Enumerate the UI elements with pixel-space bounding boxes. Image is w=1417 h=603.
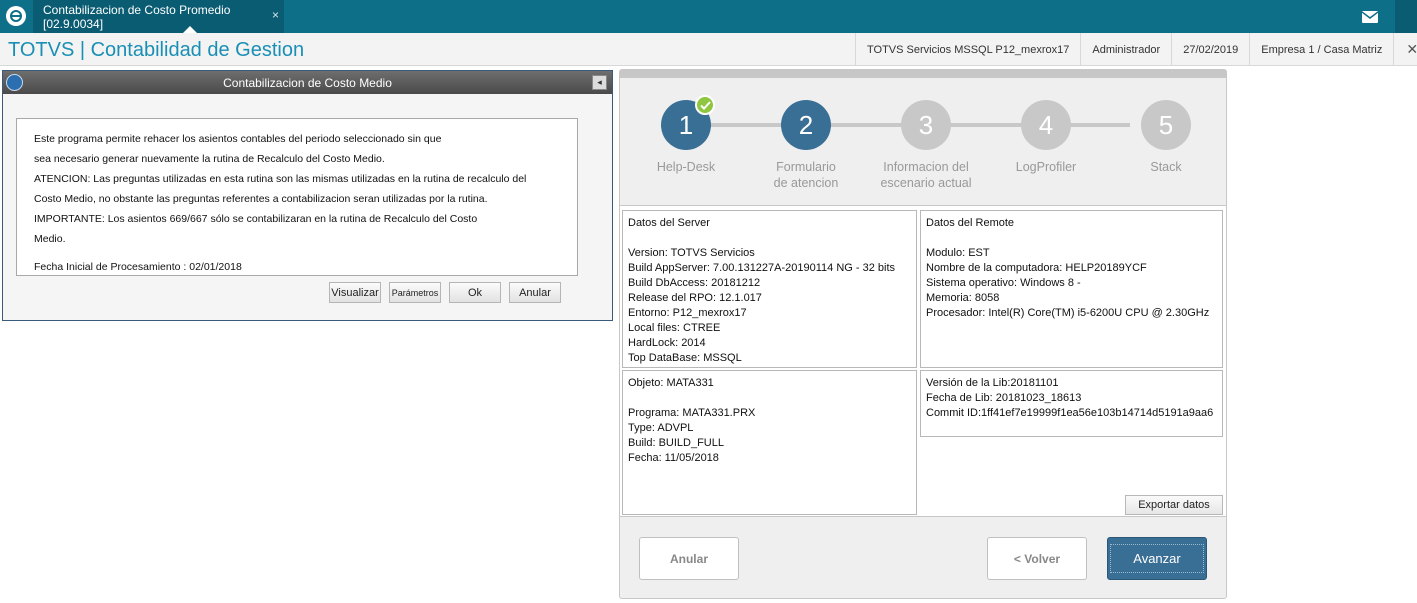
step-3-label: Informacion del escenario actual bbox=[880, 160, 972, 190]
remote-line: Nombre de la computadora: HELP20189YCF bbox=[926, 262, 1147, 274]
step-5-label: Stack bbox=[1150, 160, 1182, 174]
mail-button[interactable] bbox=[1345, 0, 1394, 33]
dialog-app-icon bbox=[6, 74, 23, 91]
description-line: Costo Medio, no obstante las preguntas r… bbox=[34, 193, 488, 205]
remote-line: Modulo: EST bbox=[926, 247, 990, 259]
tab-label: Contabilizacion de Costo Promedio [02.9.… bbox=[43, 2, 231, 31]
parametros-button[interactable]: Parámetros bbox=[389, 282, 441, 303]
lib-line: Fecha de Lib: 20181023_18613 bbox=[926, 392, 1082, 404]
company-label[interactable]: Empresa 1 / Casa Matriz bbox=[1249, 33, 1393, 66]
server-line: Top DataBase: MSSQL bbox=[628, 352, 742, 364]
step-5[interactable]: 5 bbox=[1141, 100, 1191, 150]
remote-line: Memoria: 8058 bbox=[926, 292, 1000, 304]
object-line: Build: BUILD_FULL bbox=[628, 437, 724, 449]
step-2[interactable]: 2 bbox=[781, 100, 831, 150]
export-data-button[interactable]: Exportar datos bbox=[1125, 495, 1223, 515]
dialog-titlebar: Contabilizacion de Costo Medio ◂ bbox=[3, 71, 612, 94]
description-line: Medio. bbox=[34, 233, 66, 245]
fecha-inicial: Fecha Inicial de Procesamiento : 02/01/2… bbox=[34, 261, 242, 273]
user-label: Administrador bbox=[1080, 33, 1171, 66]
app-title: TOTVS | Contabilidad de Gestion bbox=[8, 39, 305, 61]
step-1-label: Help-Desk bbox=[656, 160, 716, 174]
remote-info-box: Datos del Remote Modulo: EST Nombre de l… bbox=[920, 210, 1223, 368]
object-info-box: Objeto: MATA331 Programa: MATA331.PRX Ty… bbox=[622, 370, 917, 515]
topbar-edge bbox=[1395, 0, 1417, 33]
object-line: Programa: MATA331.PRX bbox=[628, 407, 756, 419]
ok-button[interactable]: Ok bbox=[449, 282, 501, 303]
wizard-steps: 1 Help-Desk 2 Formulario de atencion 3 I… bbox=[620, 78, 1226, 208]
server-line: Local files: CTREE bbox=[628, 322, 721, 334]
step-4-label: LogProfiler bbox=[1015, 160, 1077, 174]
step-2-label: Formulario de atencion bbox=[773, 160, 839, 190]
tab-close-icon[interactable]: × bbox=[272, 8, 279, 22]
description-line: IMPORTANTE: Los asientos 669/667 sólo se… bbox=[34, 213, 478, 225]
step-4[interactable]: 4 bbox=[1021, 100, 1071, 150]
mail-icon bbox=[1361, 10, 1378, 23]
server-line: HardLock: 2014 bbox=[628, 337, 706, 349]
server-line: Build AppServer: 7.00.131227A-20190114 N… bbox=[628, 262, 896, 274]
info-panel: Datos del Server Version: TOTVS Servicio… bbox=[620, 205, 1226, 517]
visualizar-button[interactable]: Visualizar bbox=[329, 282, 381, 303]
description-line: Este programa permite rehacer los asient… bbox=[34, 133, 442, 145]
server-info-box: Datos del Server Version: TOTVS Servicio… bbox=[622, 210, 917, 368]
environment-label: TOTVS Servicios MSSQL P12_mexrox17 bbox=[855, 33, 1080, 66]
contabilizacion-dialog: Contabilizacion de Costo Medio ◂ Este pr… bbox=[2, 70, 613, 321]
close-icon: ✕ bbox=[1406, 41, 1417, 57]
lib-line: Versión de la Lib:20181101 bbox=[926, 377, 1059, 389]
object-line: Fecha: 11/05/2018 bbox=[628, 452, 719, 464]
check-icon bbox=[695, 95, 715, 115]
tab-indicator bbox=[183, 26, 197, 33]
dialog-title: Contabilizacion de Costo Medio bbox=[223, 75, 392, 90]
server-line: Entorno: P12_mexrox17 bbox=[628, 307, 747, 319]
object-line: Type: ADVPL bbox=[628, 422, 694, 434]
date-label: 27/02/2019 bbox=[1171, 33, 1249, 66]
remote-line: Sistema operativo: Windows 8 - bbox=[926, 277, 1081, 289]
server-line: Build DbAccess: 20181212 bbox=[628, 277, 761, 289]
avanzar-label: Avanzar bbox=[1110, 544, 1204, 573]
object-title: Objeto: MATA331 bbox=[628, 377, 714, 389]
wizard-top-border bbox=[620, 70, 1226, 78]
description-line: sea necesario generar nuevamente la ruti… bbox=[34, 153, 385, 165]
description-line: ATENCION: Las preguntas utilizadas en es… bbox=[34, 173, 527, 185]
session-info: TOTVS Servicios MSSQL P12_mexrox17 Admin… bbox=[855, 33, 1417, 66]
volver-button[interactable]: < Volver bbox=[987, 537, 1087, 580]
collapse-icon[interactable]: ◂ bbox=[592, 75, 607, 90]
lib-line: Commit ID:1ff41ef7e19999f1ea56e103b14714… bbox=[926, 407, 1214, 419]
header-bar: TOTVS | Contabilidad de Gestion TOTVS Se… bbox=[0, 33, 1417, 66]
wizard-anular-button[interactable]: Anular bbox=[639, 537, 739, 580]
tab-contabilizacion[interactable]: Contabilizacion de Costo Promedio [02.9.… bbox=[33, 0, 284, 33]
server-line: Release del RPO: 12.1.017 bbox=[628, 292, 762, 304]
remote-title: Datos del Remote bbox=[926, 217, 1015, 229]
exit-button[interactable]: ✕ Ex bbox=[1393, 33, 1417, 66]
avanzar-button[interactable]: Avanzar bbox=[1107, 537, 1207, 580]
support-wizard: 1 Help-Desk 2 Formulario de atencion 3 I… bbox=[619, 69, 1227, 599]
top-bar: Contabilizacion de Costo Promedio [02.9.… bbox=[0, 0, 1417, 33]
step-3[interactable]: 3 bbox=[901, 100, 951, 150]
server-line: Version: TOTVS Servicios bbox=[628, 247, 755, 259]
remote-line: Procesador: Intel(R) Core(TM) i5-6200U C… bbox=[926, 307, 1210, 319]
dialog-description: Este programa permite rehacer los asient… bbox=[16, 118, 578, 276]
totvs-logo-icon[interactable] bbox=[6, 6, 26, 26]
server-title: Datos del Server bbox=[628, 217, 710, 229]
anular-button[interactable]: Anular bbox=[509, 282, 561, 303]
lib-info-box: Versión de la Lib:20181101 Fecha de Lib:… bbox=[920, 370, 1223, 437]
